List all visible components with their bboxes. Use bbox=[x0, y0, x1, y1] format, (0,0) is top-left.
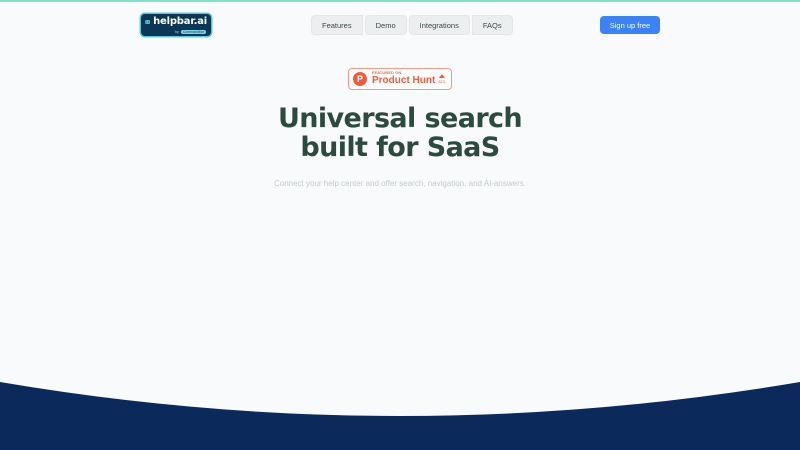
nav-item-faqs[interactable]: FAQs bbox=[471, 15, 513, 35]
hero-subtitle: Connect your help center and offer searc… bbox=[273, 179, 526, 188]
logo-byline: by Commandbar bbox=[175, 30, 206, 34]
nav-item-features[interactable]: Features bbox=[311, 15, 363, 35]
helpbar-logo[interactable]: helpbar.ai by Commandbar bbox=[141, 14, 211, 36]
product-hunt-text: FEATURED ON Product Hunt bbox=[372, 71, 436, 87]
helpbar-logo-icon bbox=[145, 20, 150, 24]
logo-by-text: by bbox=[175, 30, 179, 34]
logo-wordmark: helpbar.ai bbox=[153, 16, 207, 27]
top-accent-line bbox=[0, 0, 800, 2]
product-hunt-name: Product Hunt bbox=[372, 75, 436, 87]
hero-title-line-1: Universal search bbox=[277, 103, 523, 134]
main-nav: Features Demo Integrations FAQs bbox=[311, 15, 513, 35]
product-hunt-vote-count: 823 bbox=[438, 79, 446, 84]
footer-wave bbox=[0, 382, 800, 450]
logo-parent-badge: Commandbar bbox=[180, 30, 206, 34]
hero-title: Universal search built for SaaS bbox=[0, 104, 800, 162]
product-hunt-badge[interactable]: P FEATURED ON Product Hunt 823 bbox=[348, 68, 452, 90]
upvote-arrow-icon bbox=[438, 74, 445, 78]
nav-item-integrations[interactable]: Integrations bbox=[408, 15, 470, 35]
product-hunt-logo-icon: P bbox=[353, 72, 367, 86]
product-hunt-votes: 823 bbox=[438, 74, 445, 84]
nav-item-demo[interactable]: Demo bbox=[364, 15, 407, 35]
sign-up-button[interactable]: Sign up free bbox=[600, 16, 660, 34]
hero-title-line-2: built for SaaS bbox=[300, 132, 500, 163]
